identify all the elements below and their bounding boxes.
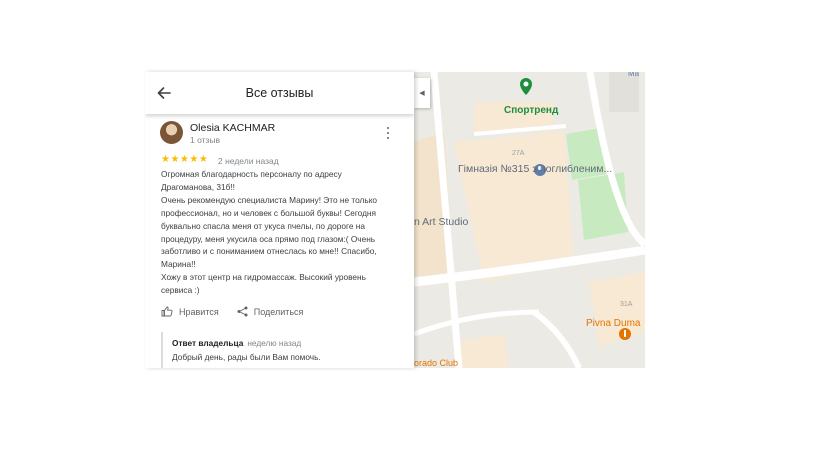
map-label-school[interactable]: Гімназія №315 з поглибленим... [458,163,612,175]
more-options-button[interactable] [383,126,393,140]
map-building [589,272,645,347]
review-date: 2 недели назад [218,156,279,166]
map-label-pivna[interactable]: Pivna Duma [586,318,640,329]
map-pin-sport [520,78,532,95]
thumb-up-icon [161,306,173,317]
review-text: Огромная благодарность персоналу по адре… [161,168,401,297]
owner-reply-label: Ответ владельца [172,338,244,348]
share-label: Поделиться [253,306,304,317]
map-road [532,309,582,368]
review-line: Хожу в этот центр на гидромассаж. Высоки… [161,272,366,283]
review-line: Драгоманова, 31б!! [161,181,235,192]
dot [387,132,389,134]
caret-left-icon: ◀ [419,90,425,97]
review-line: заботливо и с пониманием отнеслась ко мн… [161,246,377,257]
review-line: процедуру, меня укусила оса прямо под гл… [161,233,376,244]
owner-reply: Ответ владельца неделю назад Добрый день,… [161,332,405,368]
map-label-sport[interactable]: Спортренд [504,105,558,116]
review-line: буквально спасла меня от укуса пчелы, по… [161,220,365,231]
review-line: Огромная благодарность персоналу по адре… [161,169,342,179]
map-building [454,334,509,368]
map-pin-pivna [619,328,631,340]
owner-reply-date: неделю назад [247,338,302,348]
review-line: Очень рекомендую специалиста Марину! Это… [161,194,378,205]
review-actions: Нравится Поделиться [161,306,303,317]
reviews-panel: Все отзывы Olesia KACHMAR 1 отзыв ★★★★★ … [145,72,414,368]
map-label-building: 27А [512,150,525,157]
page-title: Все отзывы [245,86,314,100]
collapse-panel-button[interactable]: ◀ [414,78,430,108]
owner-reply-header: Ответ владельца неделю назад [172,338,405,348]
map-label-building: 31А [620,301,633,308]
review-line: Марина!! [161,259,196,270]
share-button[interactable]: Поделиться [237,306,304,317]
reviewer-name[interactable]: Olesia KACHMAR [190,122,275,134]
dot [387,137,389,139]
like-button[interactable]: Нравится [161,306,219,317]
share-icon [237,306,248,317]
like-label: Нравится [179,306,219,317]
star-rating: ★★★★★ [161,154,209,165]
map-view[interactable]: Ma Спортренд 27А Гімназія №315 з поглибл… [414,72,645,368]
map-road [414,309,540,337]
avatar[interactable] [160,121,183,144]
review-line: сервиса :) [161,285,200,296]
review-line: профессионал, но и человек с большой бук… [161,207,377,218]
map-label-club[interactable]: orado Club [414,358,458,368]
reviewer-review-count: 1 отзыв [190,135,221,145]
map-label: Ma [628,72,640,78]
dot [387,127,389,129]
map-building [609,72,639,112]
panel-header: Все отзывы [145,72,414,114]
map-label-art-studio[interactable]: n Art Studio [414,216,468,228]
owner-reply-text: Добрый день, рады были Вам помочь. [172,352,321,362]
